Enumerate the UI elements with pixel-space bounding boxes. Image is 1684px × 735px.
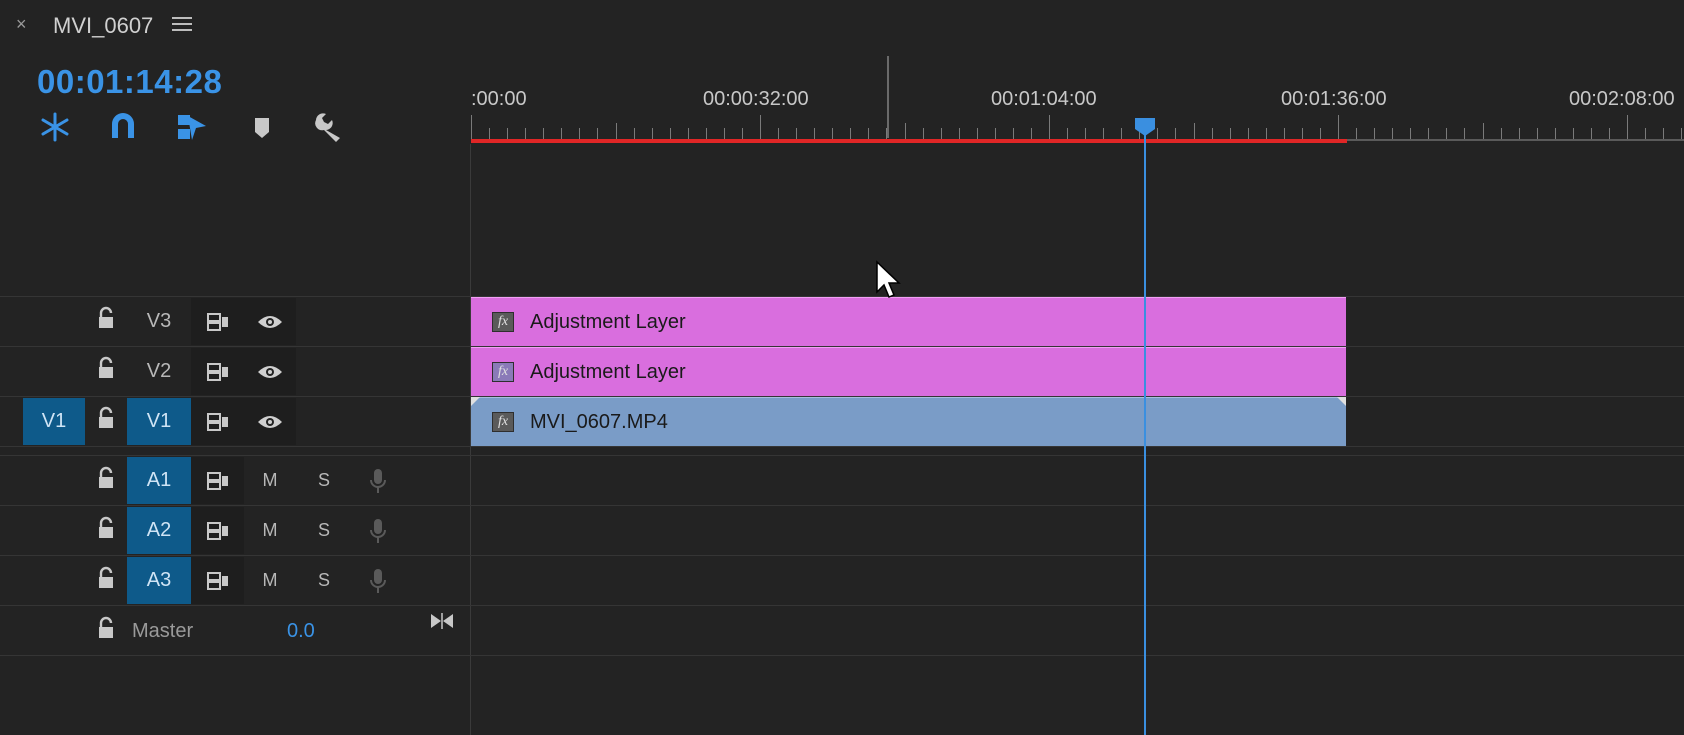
timeline-settings-wrench-icon[interactable] <box>310 110 346 144</box>
source-patch-v1[interactable]: V1 <box>23 398 85 445</box>
track-lock-icon[interactable] <box>96 306 116 335</box>
ruler-label: :00:00 <box>471 88 527 110</box>
sync-lock-icon[interactable] <box>191 298 244 345</box>
clip-start-marker <box>471 397 480 406</box>
track-visibility-eye-icon[interactable] <box>244 298 296 345</box>
track-lock-icon[interactable] <box>96 566 116 595</box>
fx-badge: fx <box>492 412 514 432</box>
track-lock-icon[interactable] <box>96 466 116 495</box>
voiceover-mic-icon[interactable] <box>352 457 404 504</box>
fx-badge: fx <box>492 362 514 382</box>
row-separator <box>0 505 1684 506</box>
playhead-line[interactable] <box>1144 128 1146 735</box>
clip-name: Adjustment Layer <box>530 360 686 383</box>
ruler-label: 00:00:32:00 <box>703 88 809 110</box>
playhead-handle[interactable] <box>1134 117 1156 137</box>
sync-lock-icon[interactable] <box>191 507 244 554</box>
row-separator <box>0 605 1684 606</box>
master-volume-value[interactable]: 0.0 <box>287 620 315 643</box>
playhead-timecode[interactable]: 00:01:14:28 <box>37 63 222 101</box>
voiceover-mic-icon[interactable] <box>352 507 404 554</box>
sync-lock-icon[interactable] <box>191 398 244 445</box>
track-lock-icon[interactable] <box>96 516 116 545</box>
panel-header <box>0 0 1684 52</box>
mute-button[interactable]: M <box>244 457 296 504</box>
clip-name: MVI_0607.MP4 <box>530 410 668 433</box>
row-separator <box>0 446 1684 447</box>
work-area-bar[interactable] <box>471 139 1347 143</box>
mouse-cursor-icon <box>876 260 901 298</box>
ruler-divider <box>887 56 889 138</box>
clip-name: Adjustment Layer <box>530 310 686 333</box>
go-to-in-out-icon[interactable] <box>430 611 454 636</box>
track-label-a3[interactable]: A3 <box>127 557 191 604</box>
ruler-label: 00:01:04:00 <box>991 88 1097 110</box>
solo-button[interactable]: S <box>298 557 350 604</box>
track-lock-icon[interactable] <box>96 616 116 645</box>
clip-adjustment-layer-v2[interactable]: fx Adjustment Layer <box>471 347 1346 396</box>
clip-adjustment-layer-v3[interactable]: fx Adjustment Layer <box>471 297 1346 346</box>
ruler-label: 00:01:36:00 <box>1281 88 1387 110</box>
track-lock-icon[interactable] <box>96 356 116 385</box>
row-separator <box>0 455 1684 456</box>
sync-lock-icon[interactable] <box>191 557 244 604</box>
row-separator <box>0 655 1684 656</box>
linked-selection-icon[interactable] <box>174 110 210 144</box>
close-panel-icon[interactable]: × <box>16 14 27 35</box>
row-separator <box>0 555 1684 556</box>
track-label-a2[interactable]: A2 <box>127 507 191 554</box>
solo-button[interactable]: S <box>298 457 350 504</box>
ruler-label: 00:02:08:00 <box>1569 88 1675 110</box>
track-label-v3[interactable]: V3 <box>127 298 191 345</box>
sequence-tab-title[interactable]: MVI_0607 <box>53 13 153 39</box>
solo-button[interactable]: S <box>298 507 350 554</box>
snap-magnet-icon[interactable] <box>105 110 141 144</box>
master-track-label: Master <box>132 620 194 642</box>
clip-end-marker <box>1337 397 1346 406</box>
track-visibility-eye-icon[interactable] <box>244 398 296 445</box>
track-visibility-eye-icon[interactable] <box>244 348 296 395</box>
track-label-v1[interactable]: V1 <box>127 398 191 445</box>
sync-lock-icon[interactable] <box>191 457 244 504</box>
track-label-v2[interactable]: V2 <box>127 348 191 395</box>
hamburger-menu-icon[interactable] <box>172 14 192 32</box>
add-marker-icon[interactable] <box>244 110 280 144</box>
sync-lock-icon[interactable] <box>191 348 244 395</box>
fx-badge: fx <box>492 312 514 332</box>
insert-overwrite-icon[interactable] <box>37 110 73 144</box>
mute-button[interactable]: M <box>244 557 296 604</box>
ruler-baseline <box>1347 139 1684 141</box>
mute-button[interactable]: M <box>244 507 296 554</box>
track-label-a1[interactable]: A1 <box>127 457 191 504</box>
clip-mvi-0607[interactable]: fx MVI_0607.MP4 <box>471 397 1346 446</box>
ruler-ticks <box>471 115 1682 139</box>
voiceover-mic-icon[interactable] <box>352 557 404 604</box>
track-lock-icon[interactable] <box>96 406 116 435</box>
